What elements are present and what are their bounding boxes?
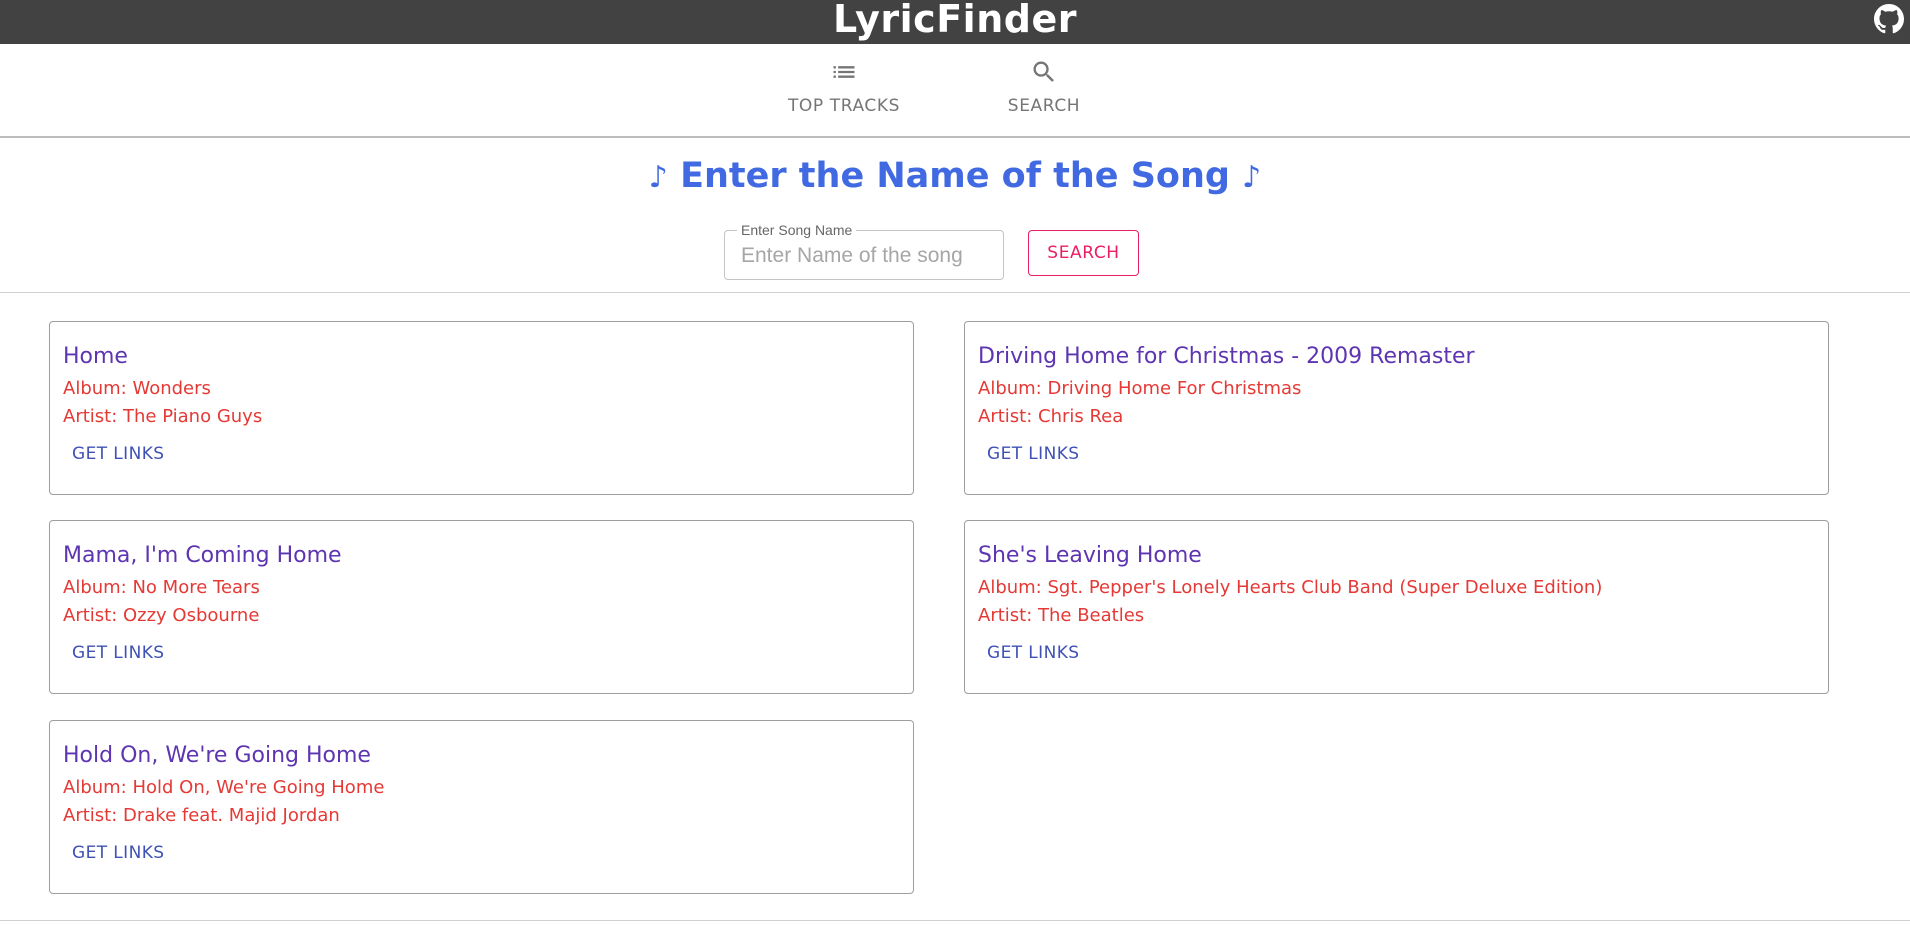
song-title: Home — [63, 344, 128, 369]
song-artist: Artist: Ozzy Osbourne — [63, 605, 260, 626]
result-card: Home Album: Wonders Artist: The Piano Gu… — [49, 321, 914, 495]
nav-tabs: TOP TRACKS SEARCH — [0, 44, 1910, 138]
song-album: Album: Driving Home For Christmas — [978, 378, 1302, 399]
get-links-button[interactable]: GET LINKS — [64, 442, 172, 466]
music-note-icon: ♪ — [648, 160, 668, 195]
result-card: Mama, I'm Coming Home Album: No More Tea… — [49, 520, 914, 694]
song-name-field: Enter Song Name — [724, 222, 1004, 280]
song-name-input[interactable] — [741, 243, 991, 269]
song-album: Album: Hold On, We're Going Home — [63, 777, 385, 798]
song-name-label: Enter Song Name — [737, 222, 857, 238]
list-icon — [830, 58, 858, 86]
page-title: ♪ Enter the Name of the Song ♪ — [0, 154, 1910, 200]
song-album: Album: Sgt. Pepper's Lonely Hearts Club … — [978, 577, 1603, 598]
bottom-divider — [0, 920, 1910, 921]
page-title-text: Enter the Name of the Song — [680, 156, 1230, 196]
get-links-button[interactable]: GET LINKS — [979, 641, 1087, 665]
song-album: Album: Wonders — [63, 378, 211, 399]
result-card: Driving Home for Christmas - 2009 Remast… — [964, 321, 1829, 495]
tab-top-tracks[interactable]: TOP TRACKS — [764, 44, 924, 138]
song-title: Mama, I'm Coming Home — [63, 543, 342, 568]
get-links-button[interactable]: GET LINKS — [64, 641, 172, 665]
search-button[interactable]: SEARCH — [1028, 230, 1139, 276]
result-card: She's Leaving Home Album: Sgt. Pepper's … — [964, 520, 1829, 694]
github-icon[interactable] — [1874, 4, 1904, 34]
song-artist: Artist: The Beatles — [978, 605, 1145, 626]
song-title: She's Leaving Home — [978, 543, 1202, 568]
get-links-button[interactable]: GET LINKS — [64, 841, 172, 865]
result-card: Hold On, We're Going Home Album: Hold On… — [49, 720, 914, 894]
song-title: Hold On, We're Going Home — [63, 743, 371, 768]
music-note-icon: ♪ — [1242, 160, 1262, 195]
song-title: Driving Home for Christmas - 2009 Remast… — [978, 344, 1475, 369]
song-artist: Artist: The Piano Guys — [63, 406, 263, 427]
app-title: LyricFinder — [833, 0, 1077, 41]
tab-label: SEARCH — [1007, 96, 1081, 116]
song-artist: Artist: Drake feat. Majid Jordan — [63, 805, 340, 826]
song-album: Album: No More Tears — [63, 577, 260, 598]
search-icon — [1030, 58, 1058, 86]
tab-search[interactable]: SEARCH — [964, 44, 1124, 138]
get-links-button[interactable]: GET LINKS — [979, 442, 1087, 466]
app-bar: LyricFinder — [0, 0, 1910, 44]
section-divider — [0, 292, 1910, 293]
tab-label: TOP TRACKS — [787, 96, 901, 116]
song-artist: Artist: Chris Rea — [978, 406, 1124, 427]
